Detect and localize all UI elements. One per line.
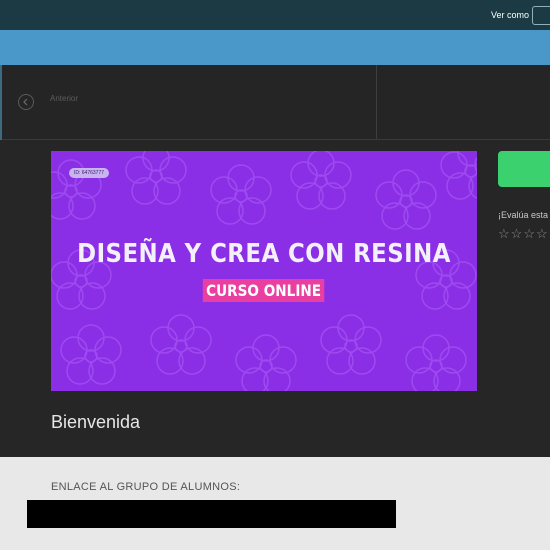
view-as-label: Ver como: [491, 10, 530, 20]
course-banner-image: ID: 64763777 DISEÑA Y CREA CON RESINA CU…: [51, 151, 477, 391]
banner-id-badge: ID: 64763777: [69, 168, 110, 178]
lesson-content: ENLACE AL GRUPO DE ALUMNOS:: [0, 457, 550, 550]
view-as-select[interactable]: [532, 6, 550, 25]
course-header-band: [0, 30, 550, 65]
flower-pattern: [51, 151, 477, 391]
star-icon[interactable]: ☆: [498, 227, 510, 240]
page: Ver como Anterior ID: 64763777 DISEÑA Y …: [0, 0, 550, 550]
chevron-left-icon: [18, 94, 34, 110]
previous-lesson-link[interactable]: Anterior: [18, 94, 78, 110]
rate-lesson-text: ¡Evalúa esta: [498, 210, 549, 220]
group-link-label: ENLACE AL GRUPO DE ALUMNOS:: [51, 481, 241, 493]
rating-stars: ☆ ☆ ☆ ☆: [498, 227, 548, 240]
lesson-title: Bienvenida: [51, 412, 141, 432]
banner-subtitle-wrap: CURSO ONLINE: [51, 279, 477, 302]
star-icon[interactable]: ☆: [536, 227, 548, 240]
star-icon[interactable]: ☆: [511, 227, 523, 240]
lesson-navigation: Anterior: [0, 65, 550, 140]
redacted-link: [27, 500, 396, 528]
banner-subtitle: CURSO ONLINE: [203, 279, 325, 302]
banner-title: DISEÑA Y CREA CON RESINA: [77, 239, 451, 269]
top-header: Ver como: [0, 0, 550, 30]
previous-lesson-label: Anterior: [50, 94, 79, 103]
lesson-main: ID: 64763777 DISEÑA Y CREA CON RESINA CU…: [0, 140, 550, 457]
nav-divider: [376, 65, 377, 139]
star-icon[interactable]: ☆: [523, 227, 535, 240]
complete-lesson-button[interactable]: [498, 151, 550, 187]
